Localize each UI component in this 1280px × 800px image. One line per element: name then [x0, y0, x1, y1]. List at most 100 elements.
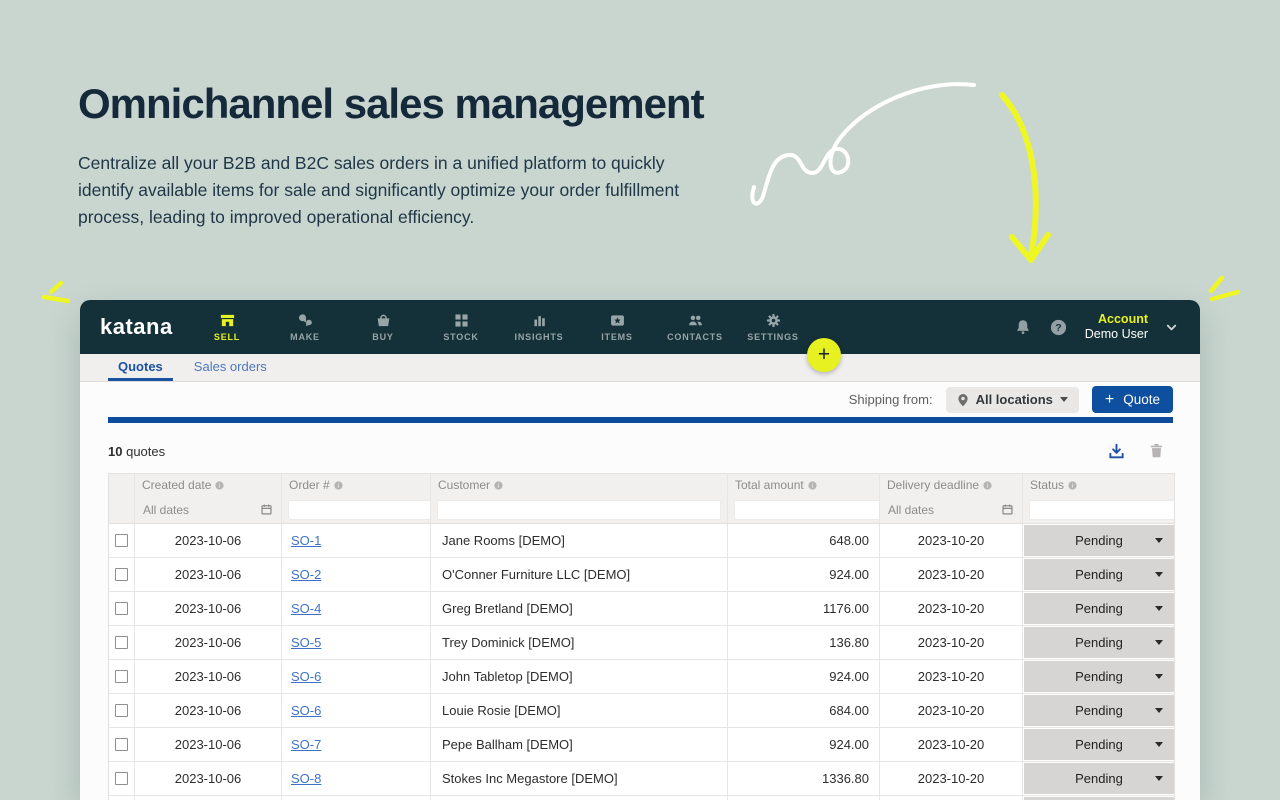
- deadline-cell: 2023-10-20: [880, 728, 1023, 761]
- location-value: All locations: [976, 392, 1053, 407]
- header-checkbox-cell: [109, 474, 135, 496]
- gear-icon: [765, 312, 782, 329]
- status-dropdown[interactable]: Pending: [1024, 525, 1174, 556]
- amount-cell: 1336.80: [728, 762, 880, 795]
- app-window: katana SELL MAKE BUY: [80, 300, 1200, 800]
- customer-cell: Greg Bretland [DEMO]: [431, 592, 728, 625]
- deadline-cell: 2023-10-20: [880, 762, 1023, 795]
- row-checkbox[interactable]: [115, 704, 128, 717]
- customer-cell: John Tabletop [DEMO]: [431, 660, 728, 693]
- create-new-button[interactable]: +: [807, 338, 841, 372]
- tab-sales-orders[interactable]: Sales orders: [184, 354, 277, 381]
- customer-value: John Tabletop [DEMO]: [442, 669, 573, 684]
- row-checkbox[interactable]: [115, 534, 128, 547]
- status-filter-cell: [1023, 496, 1174, 523]
- nav-item-stock[interactable]: STOCK: [422, 312, 500, 342]
- account-menu[interactable]: Account Demo User: [1085, 312, 1148, 342]
- status-dropdown[interactable]: Pending: [1024, 763, 1174, 794]
- amount-cell: 1176.00: [728, 592, 880, 625]
- nav-item-items[interactable]: ITEMS: [578, 312, 656, 342]
- order-link[interactable]: SO-8: [291, 771, 321, 786]
- order-link[interactable]: SO-1: [291, 533, 321, 548]
- status-dropdown[interactable]: Pending: [1024, 627, 1174, 658]
- order-link[interactable]: SO-6: [291, 703, 321, 718]
- caret-down-icon: [1155, 708, 1163, 713]
- created-date-filter[interactable]: All dates: [135, 503, 281, 517]
- created-date-value: 2023-10-06: [175, 635, 242, 650]
- customer-cell: Pepe Ballham [DEMO]: [431, 728, 728, 761]
- order-link[interactable]: SO-6: [291, 669, 321, 684]
- amount-value: 648.00: [829, 533, 869, 548]
- download-button[interactable]: [1107, 442, 1126, 461]
- order-link[interactable]: SO-2: [291, 567, 321, 582]
- accent-bar: [108, 417, 1173, 423]
- column-header-delivery-deadline[interactable]: Delivery deadline i: [880, 474, 1023, 496]
- column-label: Total amount: [735, 478, 804, 492]
- trash-icon: [1148, 442, 1165, 460]
- order-filter-input[interactable]: [288, 500, 431, 520]
- customer-filter-input[interactable]: [437, 500, 721, 520]
- amount-value: 136.80: [829, 635, 869, 650]
- status-cell: Pending: [1023, 694, 1174, 727]
- deadline-cell: 2023-10-20: [880, 660, 1023, 693]
- amount-filter-input[interactable]: [734, 500, 880, 520]
- row-checkbox[interactable]: [115, 670, 128, 683]
- shipping-from-label: Shipping from:: [849, 392, 933, 407]
- status-value: Pending: [1075, 567, 1123, 582]
- location-selector[interactable]: All locations: [946, 387, 1079, 413]
- order-link[interactable]: SO-7: [291, 737, 321, 752]
- nav-item-label: ITEMS: [601, 332, 633, 342]
- nav-item-contacts[interactable]: CONTACTS: [656, 312, 734, 342]
- amount-cell: 136.80: [728, 626, 880, 659]
- column-header-customer[interactable]: Customer i: [431, 474, 728, 496]
- order-link[interactable]: SO-4: [291, 601, 321, 616]
- calendar-icon: [260, 503, 273, 516]
- quote-count-label: quotes: [126, 444, 165, 459]
- add-quote-button[interactable]: + Quote: [1092, 386, 1173, 413]
- svg-text:i: i: [338, 483, 339, 489]
- row-checkbox[interactable]: [115, 602, 128, 615]
- status-dropdown[interactable]: Pending: [1024, 695, 1174, 726]
- row-checkbox[interactable]: [115, 772, 128, 785]
- deadline-value: 2023-10-20: [918, 771, 985, 786]
- customer-cell: [431, 796, 728, 800]
- quote-count: 10 quotes: [108, 444, 165, 459]
- status-dropdown[interactable]: Pending: [1024, 729, 1174, 760]
- status-dropdown[interactable]: Pending: [1024, 559, 1174, 590]
- order-link[interactable]: SO-5: [291, 635, 321, 650]
- ticket-star-icon: [609, 312, 626, 329]
- row-checkbox[interactable]: [115, 568, 128, 581]
- quotes-table: Created date i Order # i Customer i Tota…: [108, 473, 1175, 800]
- nav-item-sell[interactable]: SELL: [188, 312, 266, 342]
- column-label: Status: [1030, 478, 1064, 492]
- status-dropdown[interactable]: Pending: [1024, 661, 1174, 692]
- deadline-filter[interactable]: All dates: [880, 503, 1022, 517]
- column-header-status[interactable]: Status i: [1023, 474, 1174, 496]
- help-button[interactable]: ?: [1049, 318, 1068, 337]
- row-checkbox[interactable]: [115, 738, 128, 751]
- page-title: Omnichannel sales management: [78, 80, 778, 128]
- created-date-cell: 2023-10-06: [135, 524, 282, 557]
- nav-item-make[interactable]: MAKE: [266, 312, 344, 342]
- status-dropdown[interactable]: Pending: [1024, 593, 1174, 624]
- bell-icon: [1014, 318, 1032, 336]
- column-header-created-date[interactable]: Created date i: [135, 474, 282, 496]
- quote-button-label: Quote: [1123, 392, 1160, 407]
- bar-chart-icon: [531, 312, 548, 329]
- account-chevron[interactable]: [1165, 321, 1178, 334]
- status-filter-input[interactable]: [1029, 500, 1174, 520]
- row-checkbox[interactable]: [115, 636, 128, 649]
- amount-cell: 924.00: [728, 660, 880, 693]
- column-header-order[interactable]: Order # i: [282, 474, 431, 496]
- column-header-total-amount[interactable]: Total amount i: [728, 474, 880, 496]
- nav-item-insights[interactable]: INSIGHTS: [500, 312, 578, 342]
- column-label: Customer: [438, 478, 490, 492]
- nav-item-settings[interactable]: SETTINGS: [734, 312, 812, 342]
- delete-button[interactable]: [1148, 442, 1165, 460]
- amount-value: 924.00: [829, 567, 869, 582]
- notifications-button[interactable]: [1014, 318, 1032, 336]
- svg-text:i: i: [498, 483, 499, 489]
- svg-text:i: i: [219, 483, 220, 489]
- nav-item-buy[interactable]: BUY: [344, 312, 422, 342]
- tab-quotes[interactable]: Quotes: [108, 354, 173, 381]
